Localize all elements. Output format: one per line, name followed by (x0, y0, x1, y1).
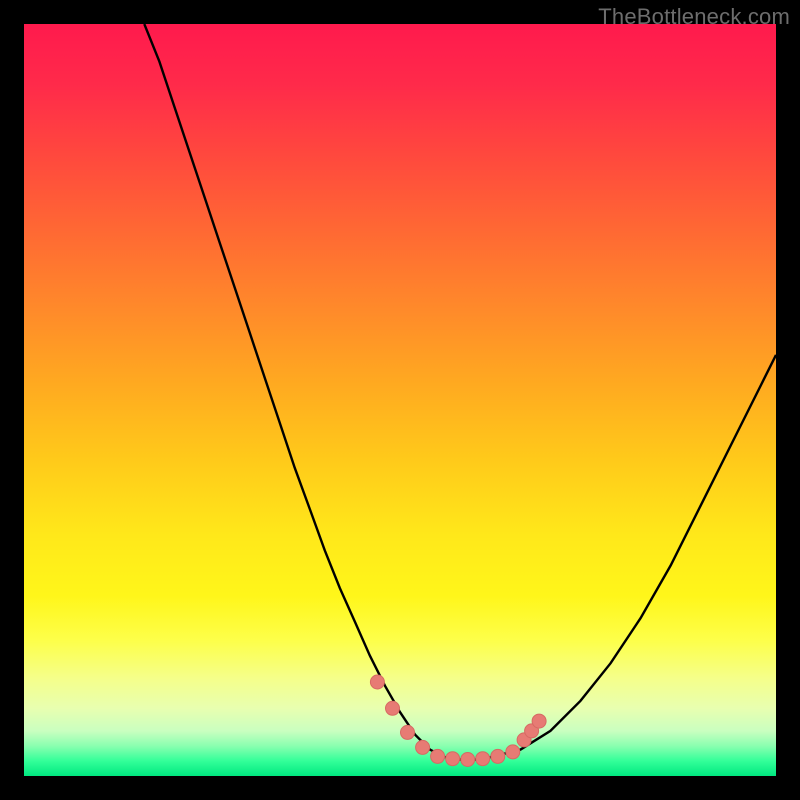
dip-marker (491, 749, 505, 763)
chart-frame (24, 24, 776, 776)
bottleneck-curve-path (144, 24, 776, 760)
dip-marker (386, 701, 400, 715)
watermark-text: TheBottleneck.com (598, 4, 790, 30)
dip-marker (431, 749, 445, 763)
dip-marker (532, 714, 546, 728)
dip-marker (370, 675, 384, 689)
dip-marker (401, 725, 415, 739)
dip-marker (416, 740, 430, 754)
dip-marker-group (370, 675, 546, 767)
dip-marker (476, 752, 490, 766)
bottleneck-curve-svg (24, 24, 776, 776)
dip-marker (506, 745, 520, 759)
dip-marker (461, 753, 475, 767)
dip-marker (446, 752, 460, 766)
